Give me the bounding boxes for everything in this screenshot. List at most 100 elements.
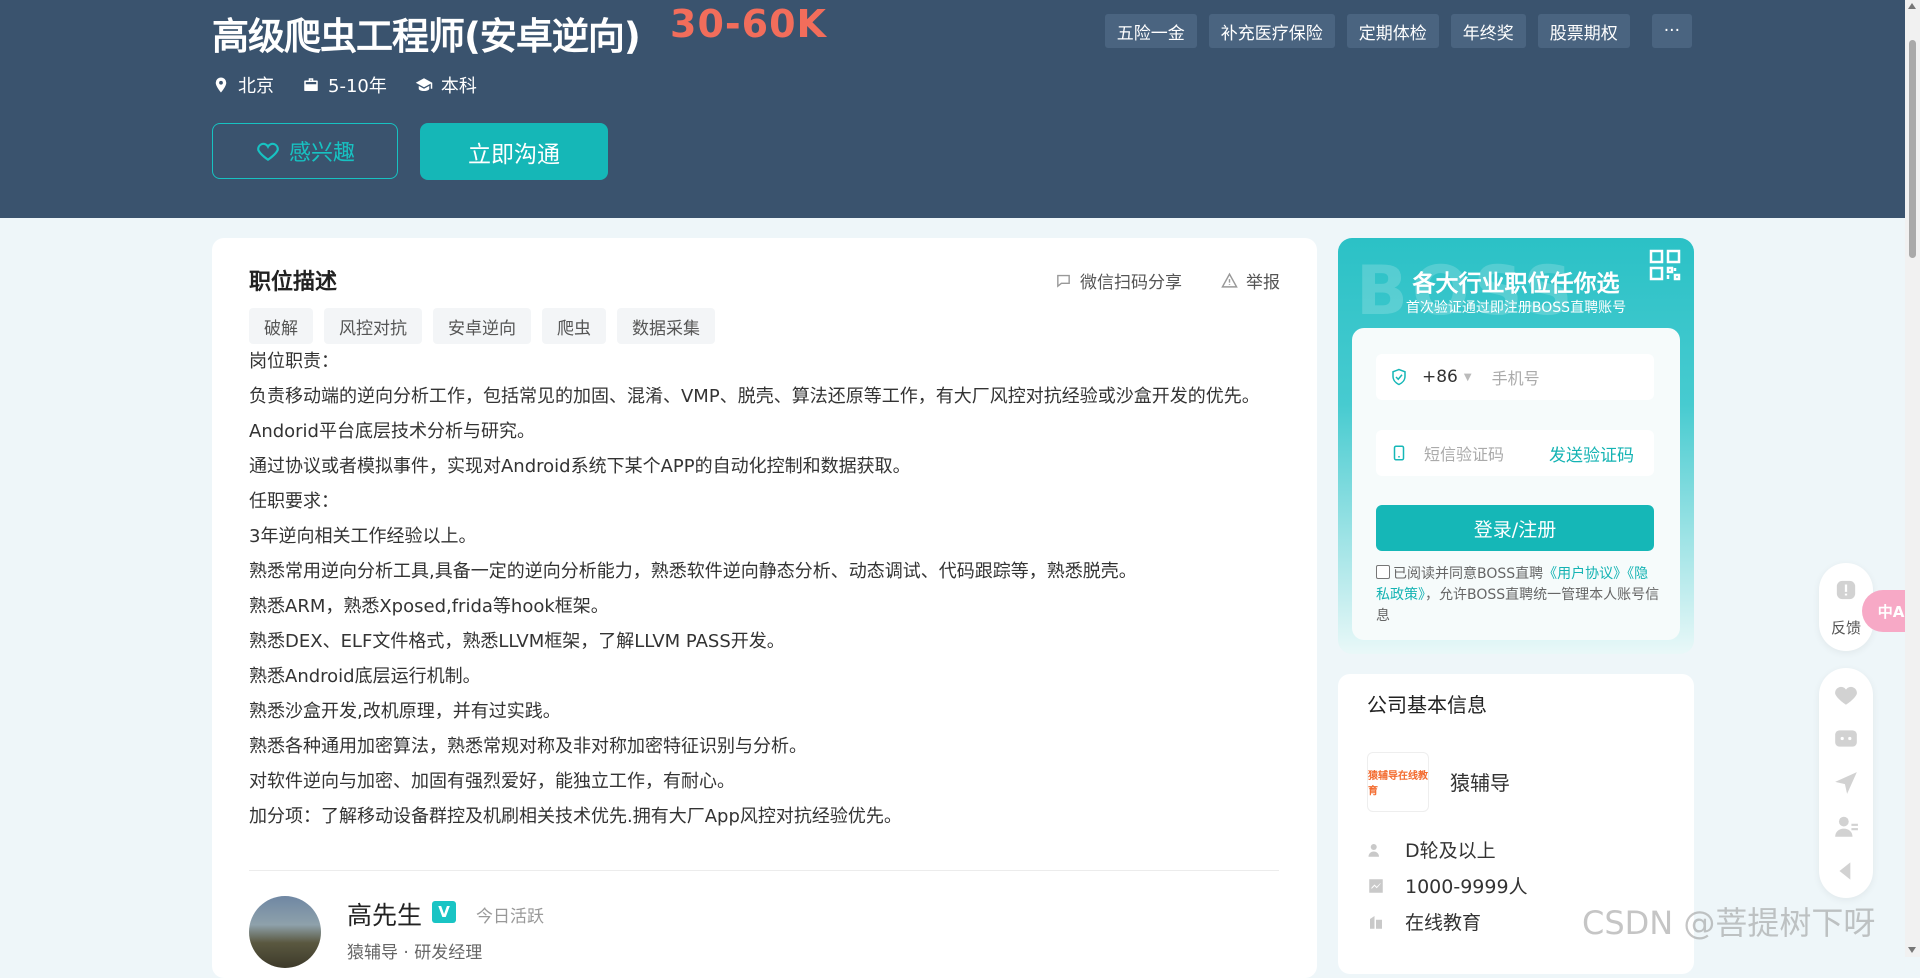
experience-text: 5-10年 <box>328 76 387 97</box>
description-line: 熟悉DEX、ELF文件格式，熟悉LLVM框架，了解LLVM PASS开发。 <box>249 631 785 652</box>
alert-square-icon <box>1836 580 1856 600</box>
company-industry: 在线教育 <box>1405 912 1482 934</box>
user-agreement-link[interactable]: 《用户协议》 <box>1543 566 1627 582</box>
sms-code-placeholder: 短信验证码 <box>1424 445 1505 464</box>
login-form: +86 ▼ 手机号 短信验证码 发送验证码 登录/注册 已阅读并同意BOSS直聘… <box>1352 328 1680 640</box>
skill-tag: 安卓逆向 <box>433 308 531 344</box>
verified-badge: V <box>432 901 456 923</box>
scroll-thumb[interactable] <box>1909 40 1916 258</box>
shield-check-icon <box>1392 368 1406 386</box>
login-title: 各大行业职位任你选 <box>1412 271 1620 297</box>
salary: 30-60K <box>670 2 827 46</box>
job-title: 高级爬虫工程师(安卓逆向) <box>212 15 641 58</box>
chart-icon <box>1369 878 1383 893</box>
people-icon <box>1368 843 1379 857</box>
recruiter-avatar[interactable] <box>249 896 321 968</box>
report-button[interactable]: 举报 <box>1221 268 1280 293</box>
send-code-button[interactable]: 发送验证码 <box>1549 441 1634 466</box>
benefit-tag: 股票期权 <box>1537 14 1630 48</box>
divider <box>249 870 1279 871</box>
skill-tag: 数据采集 <box>617 308 715 344</box>
job-description: 岗位职责： 负责移动端的逆向分析工作，包括常见的加固、混淆、VMP、脱壳、算法还… <box>249 344 1279 834</box>
interest-button[interactable]: 感兴趣 <box>212 123 398 179</box>
description-line: 岗位职责： <box>249 351 339 372</box>
interest-label: 感兴趣 <box>288 141 355 166</box>
scroll-down-arrow-icon[interactable] <box>1908 947 1916 953</box>
description-line: 加分项：了解移动设备群控及机刷相关技术优先.拥有大厂App风控对抗经验优先。 <box>249 806 902 827</box>
collapse-arrow-icon[interactable] <box>1833 858 1859 884</box>
location-pin-icon <box>215 77 227 93</box>
mobile-phone-icon <box>1393 445 1405 461</box>
meta-experience: 5-10年 <box>302 72 387 98</box>
job-detail-card: 职位描述 微信扫码分享 举报 破解 风控对抗 安卓逆向 爬虫 数据采集 岗位职责… <box>212 238 1317 978</box>
skill-tag: 风控对抗 <box>324 308 422 344</box>
chat-icon[interactable] <box>1833 726 1859 752</box>
chat-bubble-icon <box>1057 274 1070 288</box>
agreement-text: 已阅读并同意BOSS直聘《用户协议》《隐私政策》，允许BOSS直聘统一管理本人账… <box>1376 564 1662 627</box>
floating-toolbar <box>1819 668 1873 898</box>
company-logo[interactable]: 猿辅导在线教育 <box>1367 752 1429 812</box>
location-text: 北京 <box>238 76 274 97</box>
description-line: 对软件逆向与加密、加固有强烈爱好，能独立工作，有耐心。 <box>249 771 735 792</box>
benefit-tag: 五险一金 <box>1104 14 1197 48</box>
company-stage-row: D轮及以上 <box>1367 836 1496 863</box>
heart-outline-icon <box>257 142 279 161</box>
send-icon[interactable] <box>1833 770 1859 796</box>
skill-tags: 破解 风控对抗 安卓逆向 爬虫 数据采集 <box>249 308 715 344</box>
benefit-tag: 补充医疗保险 <box>1208 14 1335 48</box>
agree-checkbox[interactable] <box>1376 565 1390 579</box>
benefit-tags: 五险一金 补充医疗保险 定期体检 年终奖 股票期权 ··· <box>1104 14 1692 48</box>
description-line: 熟悉沙盒开发,改机原理，并有过实践。 <box>249 701 561 722</box>
chevron-down-icon: ▼ <box>1463 371 1472 383</box>
share-label: 微信扫码分享 <box>1080 273 1182 293</box>
company-size-row: 1000-9999人 <box>1367 872 1528 899</box>
company-logo-text: 猿辅导在线教育 <box>1368 771 1428 797</box>
page-watermark: CSDN @菩提树下呀 <box>1582 904 1876 942</box>
description-line: 负责移动端的逆向分析工作，包括常见的加固、混淆、VMP、脱壳、算法还原等工作，有… <box>249 386 1260 407</box>
meta-location: 北京 <box>212 72 274 98</box>
recruiter-status: 今日活跃 <box>476 907 544 927</box>
company-size: 1000-9999人 <box>1405 876 1528 898</box>
description-line: 熟悉各种通用加密算法，熟悉常规对称及非对称加密特征识别与分析。 <box>249 736 807 757</box>
skill-tag: 破解 <box>249 308 313 344</box>
scroll-up-arrow-icon[interactable] <box>1908 3 1916 9</box>
description-line: 3年逆向相关工作经验以上。 <box>249 526 477 547</box>
agree-prefix: 已阅读并同意BOSS直聘 <box>1393 566 1544 582</box>
user-icon[interactable] <box>1833 814 1859 840</box>
benefit-tag: 定期体检 <box>1346 14 1439 48</box>
company-name[interactable]: 猿辅导 <box>1450 767 1510 796</box>
report-label: 举报 <box>1246 273 1280 293</box>
company-stage: D轮及以上 <box>1405 840 1496 862</box>
job-header: 高级爬虫工程师(安卓逆向) 30-60K 北京 5-10年 本科 感兴趣 立即沟… <box>0 0 1920 218</box>
section-title: 职位描述 <box>249 270 338 295</box>
description-line: 熟悉Android底层运行机制。 <box>249 666 481 687</box>
phone-placeholder: 手机号 <box>1491 369 1540 388</box>
login-card: BOSS 各大行业职位任你选 首次验证通过即注册BOSS直聘账号 +86 ▼ 手… <box>1338 238 1694 654</box>
login-subtitle: 首次验证通过即注册BOSS直聘账号 <box>1405 300 1627 316</box>
building-icon <box>1370 915 1382 929</box>
page-scrollbar[interactable] <box>1905 0 1920 957</box>
company-card-title: 公司基本信息 <box>1367 693 1487 717</box>
description-line: 熟悉常用逆向分析工具,具备一定的逆向分析能力，熟悉软件逆向静态分析、动态调试、代… <box>249 561 1137 582</box>
description-line: 熟悉ARM，熟悉Xposed,frida等hook框架。 <box>249 596 609 617</box>
description-line: 通过协议或者模拟事件，实现对Android系统下某个APP的自动化控制和数据获取… <box>249 456 911 477</box>
wechat-share-button[interactable]: 微信扫码分享 <box>1055 268 1182 293</box>
benefit-tag: 年终奖 <box>1450 14 1526 48</box>
recruiter-title: 猿辅导 · 研发经理 <box>347 943 483 963</box>
recruiter-name: 高先生 <box>347 901 423 930</box>
sms-code-field[interactable]: 短信验证码 发送验证码 <box>1376 430 1654 476</box>
chat-now-button[interactable]: 立即沟通 <box>420 123 608 180</box>
job-meta: 北京 5-10年 本科 <box>212 72 477 98</box>
degree-text: 本科 <box>440 76 477 97</box>
login-register-button[interactable]: 登录/注册 <box>1376 505 1654 551</box>
warning-icon <box>1221 272 1238 288</box>
heart-icon[interactable] <box>1833 682 1859 708</box>
phone-field[interactable]: +86 ▼ 手机号 <box>1376 354 1654 400</box>
briefcase-icon <box>304 78 318 91</box>
country-code-select[interactable]: +86 <box>1422 367 1458 387</box>
more-benefits-button[interactable]: ··· <box>1651 14 1692 48</box>
graduation-cap-icon <box>415 78 433 91</box>
description-line: 任职要求： <box>249 491 339 512</box>
company-industry-row: 在线教育 <box>1367 908 1481 935</box>
meta-degree: 本科 <box>415 72 477 98</box>
